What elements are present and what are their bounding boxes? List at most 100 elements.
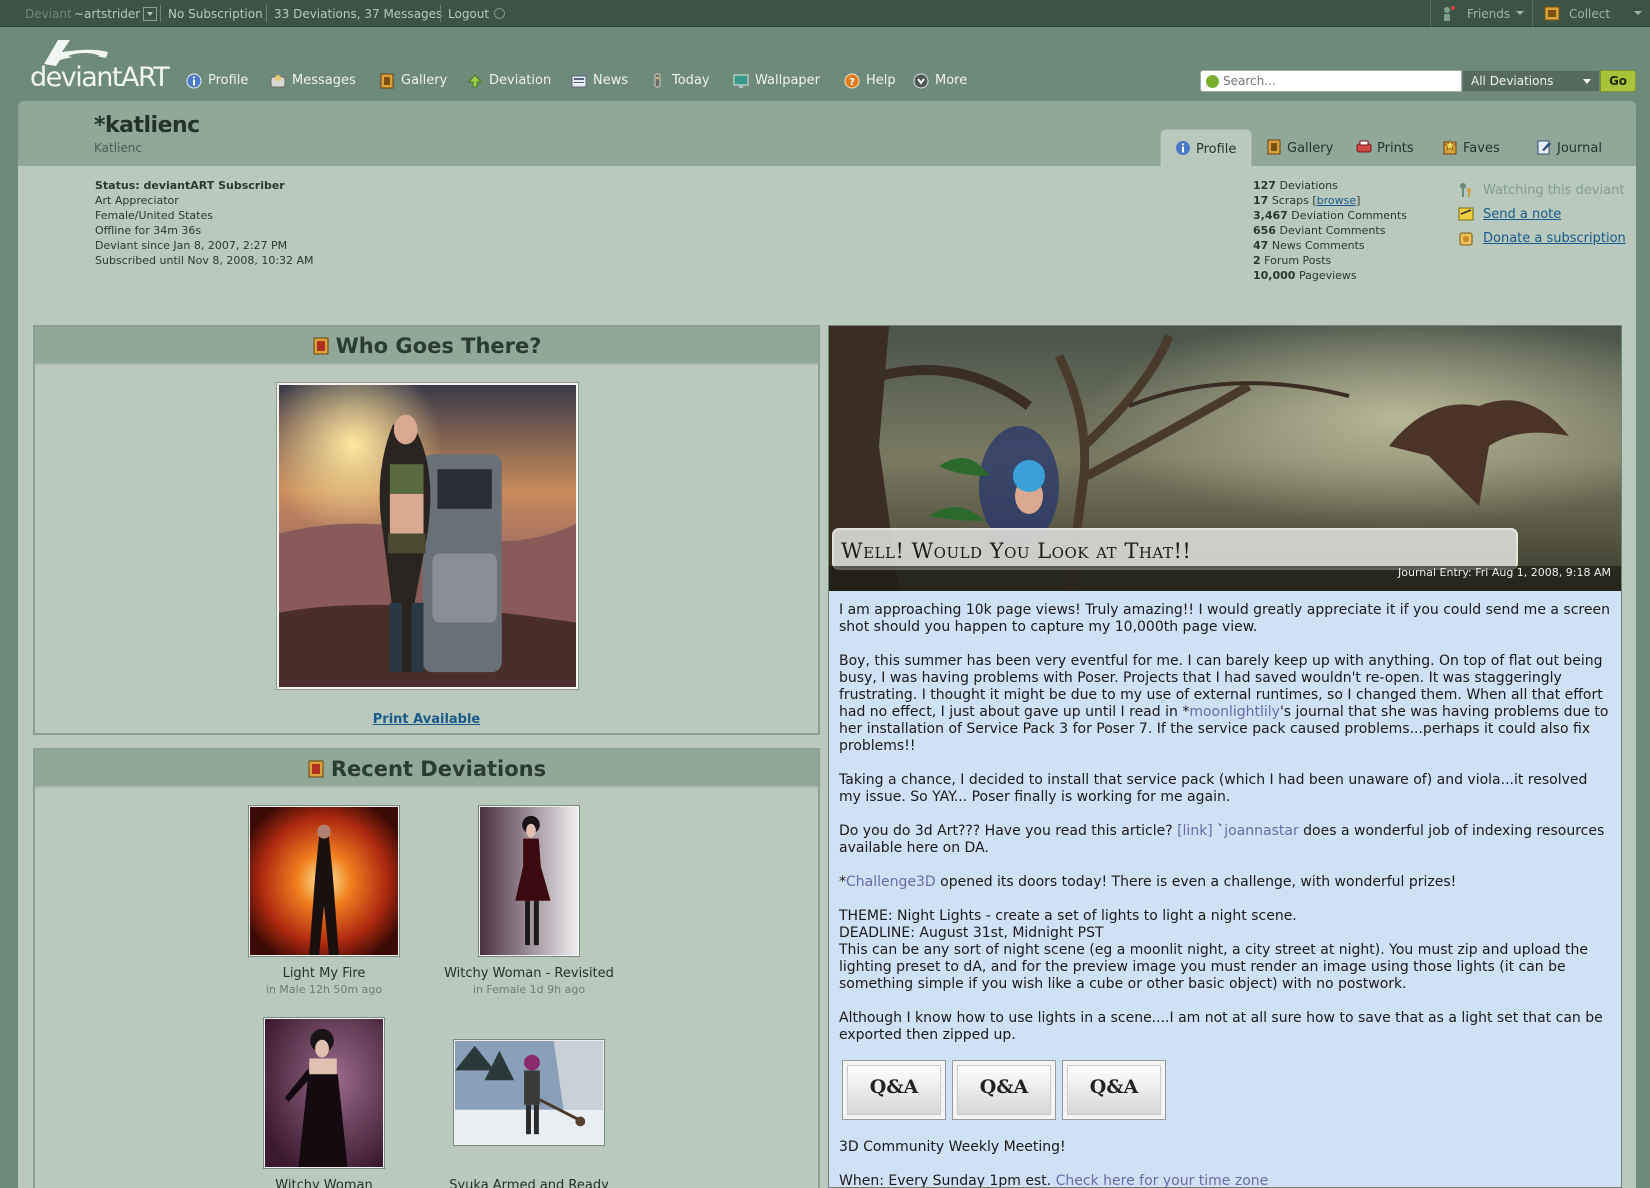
search-input[interactable] xyxy=(1223,73,1457,89)
more-icon xyxy=(913,73,929,89)
help-icon: ? xyxy=(844,73,860,89)
deviation-thumbnail[interactable] xyxy=(479,806,579,956)
deviation-title[interactable]: Witchy Woman - Revisited xyxy=(419,966,639,981)
article-link[interactable]: [link] xyxy=(1177,823,1213,839)
status-line: Female/United States xyxy=(95,209,213,222)
stat-number: 17 xyxy=(1253,194,1269,207)
tab-prints[interactable]: Prints xyxy=(1356,129,1428,166)
journal-paragraph: THEME: Night Lights - create a set of li… xyxy=(839,908,1611,993)
deviation-thumbnail[interactable] xyxy=(454,1040,604,1145)
message-counts[interactable]: 33 Deviations, 37 Messages xyxy=(274,7,442,21)
collect-menu[interactable]: Collect xyxy=(1532,0,1650,27)
tab-gallery[interactable]: Gallery xyxy=(1266,129,1346,166)
gallery-icon xyxy=(1267,139,1281,155)
username-text: ~artstrider xyxy=(74,7,141,21)
nav-label: Today xyxy=(672,73,710,88)
faves-icon xyxy=(1443,139,1457,155)
profile-username[interactable]: *katlienc xyxy=(94,113,200,138)
group-link-challenge3d[interactable]: Challenge3D xyxy=(846,874,936,890)
tab-profile[interactable]: Profile xyxy=(1160,129,1252,166)
featured-deviation-image[interactable] xyxy=(277,383,578,689)
svg-text:?: ? xyxy=(849,77,855,88)
stat-label: Forum Posts xyxy=(1264,254,1332,267)
deviation-title[interactable]: Witchy Woman xyxy=(214,1178,434,1188)
qa-badge[interactable]: Q&A xyxy=(1063,1061,1165,1119)
search-scope-select[interactable]: All Deviations xyxy=(1462,70,1600,92)
upload-arrow-icon xyxy=(467,74,483,88)
journal-paragraph: I am approaching 10k page views! Truly a… xyxy=(839,602,1610,635)
username-menu[interactable]: ~artstrider xyxy=(74,6,158,22)
user-link-joannastar[interactable]: joannastar xyxy=(1224,823,1298,839)
nav-label: Gallery xyxy=(401,73,448,88)
status-line: Offline for 34m 36s xyxy=(95,224,202,237)
deviantart-logo[interactable]: deviantART xyxy=(30,34,170,94)
divider xyxy=(440,5,441,22)
tab-journal[interactable]: Journal xyxy=(1536,129,1618,166)
divider xyxy=(160,5,161,22)
tab-label: Faves xyxy=(1463,141,1500,156)
profile-realname: Katlienc xyxy=(94,141,142,155)
deviation-title[interactable]: Light My Fire xyxy=(214,966,434,981)
print-available-link[interactable]: Print Available xyxy=(35,712,818,727)
search-box xyxy=(1200,70,1462,92)
stat-number: 10,000 xyxy=(1253,269,1296,282)
journal-paragraph: When: Every Sunday 1pm est. Check here f… xyxy=(839,1173,1611,1187)
journal-panel: Well! Would You Look at That!! Journal E… xyxy=(828,325,1622,1188)
qa-badge[interactable]: Q&A xyxy=(953,1061,1055,1119)
nav-label: Deviation xyxy=(489,73,552,88)
tab-label: Gallery xyxy=(1287,141,1334,156)
who-goes-there-box: Who Goes There? Print Available xyxy=(33,325,820,735)
stat-row: 47 News Comments xyxy=(1253,238,1407,253)
friends-icon xyxy=(1444,6,1455,21)
user-link-moonlightlily[interactable]: moonlightlily xyxy=(1189,704,1280,720)
logout-icon[interactable] xyxy=(494,8,505,19)
journal-paragraph: Although I know how to use lights in a s… xyxy=(839,1010,1603,1043)
watching-label[interactable]: Watching this deviant xyxy=(1483,183,1624,198)
subscription-status[interactable]: No Subscription xyxy=(168,7,263,21)
timezone-link[interactable]: Check here for your time zone xyxy=(1056,1173,1269,1187)
deviation-meta: in Female 1d 9h ago xyxy=(472,983,586,996)
box-title: Who Goes There? xyxy=(335,334,542,358)
stat-row: 10,000 Pageviews xyxy=(1253,268,1407,283)
qa-badge[interactable]: Q&A xyxy=(843,1061,945,1119)
tab-faves[interactable]: Faves xyxy=(1442,129,1514,166)
deviation-thumbnail[interactable] xyxy=(249,806,399,956)
box-title: Recent Deviations xyxy=(330,757,547,781)
note-icon xyxy=(1458,207,1474,221)
stat-row: 656 Deviant Comments xyxy=(1253,223,1407,238)
journal-body: I am approaching 10k page views! Truly a… xyxy=(839,602,1611,1187)
journal-text: Do you do 3d Art??? Have you read this a… xyxy=(839,823,1178,839)
nav-label: Profile xyxy=(208,73,249,88)
qa-badges: Q&A Q&A Q&A xyxy=(843,1061,1611,1119)
dropdown-icon[interactable] xyxy=(143,6,158,21)
journal-paragraph: Boy, this summer has been very eventful … xyxy=(839,653,1611,755)
gallery-icon xyxy=(380,73,394,89)
browse-scraps-link[interactable]: browse xyxy=(1317,194,1357,207)
stat-label: Deviations xyxy=(1279,179,1338,192)
journal-paragraph: Taking a chance, I decided to install th… xyxy=(839,772,1588,805)
tab-label: Profile xyxy=(1196,142,1237,157)
donate-subscription-link[interactable]: Donate a subscription xyxy=(1483,231,1626,246)
stat-number: 47 xyxy=(1253,239,1269,252)
chevron-down-icon xyxy=(1634,11,1642,15)
journal-paragraph: 3D Community Weekly Meeting! xyxy=(839,1139,1066,1155)
monitor-icon xyxy=(733,74,749,88)
today-icon xyxy=(654,73,661,88)
search-go-button[interactable]: Go xyxy=(1600,70,1636,92)
info-icon xyxy=(186,73,202,89)
recent-deviations-box: Recent Deviations Light My Fire in Male … xyxy=(33,748,820,1188)
deviation-title[interactable]: Syuka Armed and Ready xyxy=(419,1178,639,1188)
deviation-thumbnail[interactable] xyxy=(264,1018,384,1168)
stat-label: Deviant Comments xyxy=(1279,224,1386,237)
logout-link[interactable]: Logout xyxy=(448,7,489,21)
stat-number: 2 xyxy=(1253,254,1261,267)
profile-status: Status: deviantART Subscriber Art Apprec… xyxy=(95,178,314,268)
box-header: Who Goes There? xyxy=(35,327,818,365)
journal-text: ` xyxy=(1212,823,1225,839)
send-note-link[interactable]: Send a note xyxy=(1483,207,1561,222)
stat-label: Scraps xyxy=(1271,194,1309,207)
friends-menu[interactable]: Friends xyxy=(1430,0,1532,27)
stat-row: 3,467 Deviation Comments xyxy=(1253,208,1407,223)
journal-title: Well! Would You Look at That!! xyxy=(841,539,1192,563)
logo-wordmark: deviantART xyxy=(30,62,170,93)
